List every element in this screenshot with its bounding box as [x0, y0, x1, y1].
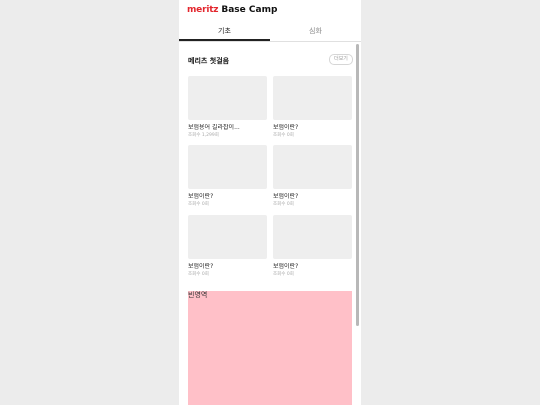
tab-advanced[interactable]: 심화	[270, 22, 361, 41]
video-card[interactable]: 보험이란? 조회수 0회	[273, 215, 352, 278]
card-thumbnail	[188, 145, 267, 189]
card-thumbnail	[273, 76, 352, 120]
card-thumbnail	[273, 215, 352, 259]
brand-name: meritz	[187, 5, 219, 15]
card-views: 조회수 1,299회	[188, 133, 219, 138]
card-thumbnail	[188, 76, 267, 120]
card-views: 조회수 0회	[273, 133, 294, 138]
card-title: 보험이란?	[188, 193, 214, 200]
banner-label: 빈영역	[188, 291, 208, 299]
app-title: Base Camp	[221, 5, 278, 15]
card-title: 보험이란?	[273, 193, 299, 200]
card-title: 보험이란?	[273, 124, 299, 131]
card-title: 보험이란?	[273, 263, 299, 270]
video-card[interactable]: 보험이란? 조회수 0회	[188, 215, 267, 278]
card-views: 조회수 0회	[273, 202, 294, 207]
video-card[interactable]: 보험이란? 조회수 0회	[188, 145, 267, 208]
card-views: 조회수 0회	[273, 272, 294, 277]
card-thumbnail	[188, 215, 267, 259]
section-title: 메리츠 첫걸음	[188, 57, 230, 65]
card-thumbnail	[273, 145, 352, 189]
card-views: 조회수 0회	[188, 202, 209, 207]
scrollbar[interactable]	[356, 44, 359, 326]
card-title: 보험용어 길라잡이...	[188, 124, 240, 131]
logo[interactable]: meritz Base Camp	[187, 5, 277, 16]
video-card[interactable]: 보험용어 길라잡이... 조회수 1,299회	[188, 76, 267, 139]
tab-active-indicator	[179, 39, 270, 41]
main-content: 메리츠 첫걸음 더보기 보험용어 길라잡이... 조회수 1,299회 보험이란…	[179, 42, 361, 405]
more-button[interactable]: 더보기	[329, 54, 353, 65]
video-card[interactable]: 보험이란? 조회수 0회	[273, 76, 352, 139]
app-screen: meritz Base Camp 기초 심화 메리츠 첫걸음 더보기 보험용어 길…	[179, 0, 361, 405]
card-title: 보험이란?	[188, 263, 214, 270]
empty-area-banner: 빈영역	[188, 291, 352, 405]
app-header: meritz Base Camp	[179, 0, 361, 22]
video-card[interactable]: 보험이란? 조회수 0회	[273, 145, 352, 208]
card-views: 조회수 0회	[188, 272, 209, 277]
